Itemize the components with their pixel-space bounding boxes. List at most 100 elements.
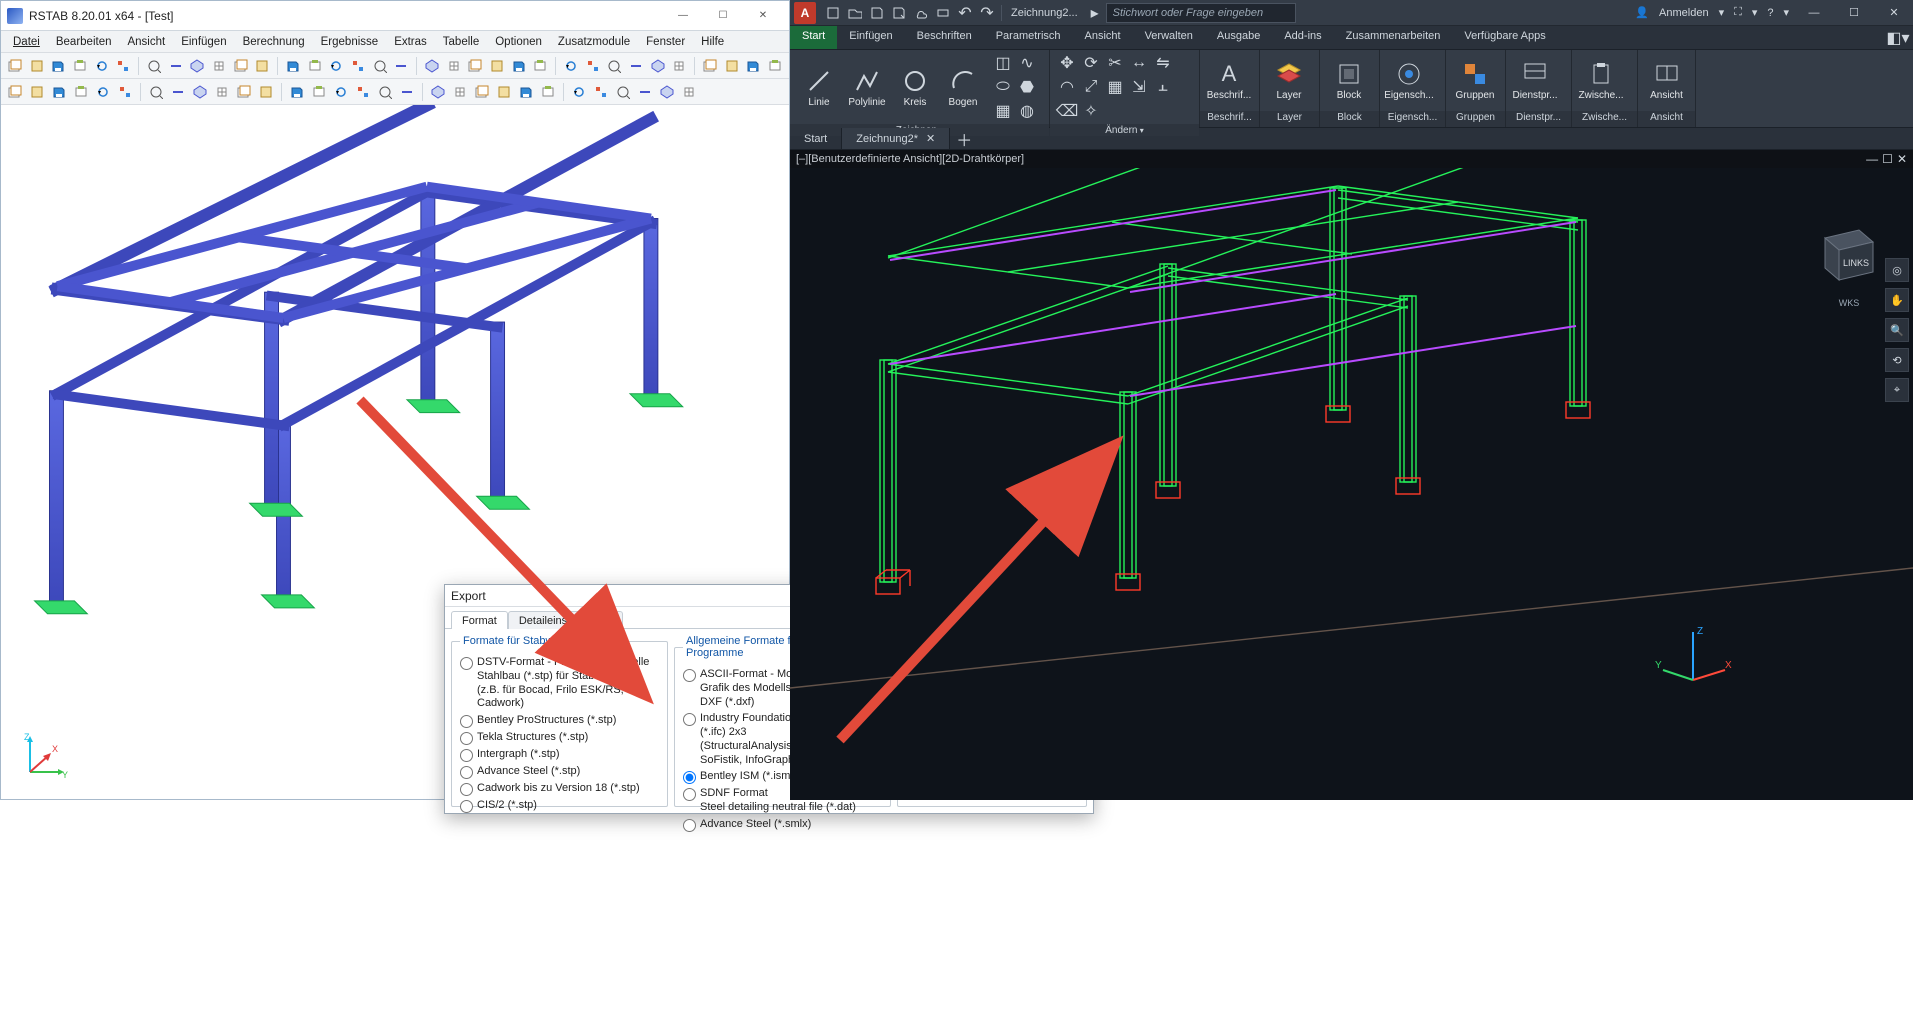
toolbar-button[interactable] bbox=[71, 82, 91, 102]
toolbar-button[interactable] bbox=[5, 82, 25, 102]
toolbar-button[interactable] bbox=[234, 82, 254, 102]
toolbar-button[interactable] bbox=[648, 56, 668, 76]
toolbar-button[interactable] bbox=[516, 82, 536, 102]
toolbar-button[interactable] bbox=[626, 56, 646, 76]
toolbar-button[interactable] bbox=[256, 82, 276, 102]
toolbar-button[interactable] bbox=[113, 56, 133, 76]
toolbar-button[interactable] bbox=[657, 82, 677, 102]
radio-input[interactable] bbox=[683, 771, 696, 784]
toolbar-button[interactable] bbox=[569, 82, 589, 102]
nav-pan-icon[interactable]: ✋ bbox=[1885, 288, 1909, 312]
mod-stretch[interactable]: ⇲ bbox=[1128, 76, 1150, 98]
toolbar-button[interactable] bbox=[168, 82, 188, 102]
rtab-verwalten[interactable]: Verwalten bbox=[1133, 26, 1205, 49]
mod-trim[interactable]: ✂ bbox=[1104, 52, 1126, 74]
toolbar-button[interactable] bbox=[331, 82, 351, 102]
vp-close-icon[interactable]: ✕ bbox=[1897, 152, 1907, 166]
rtab-zusammenarbeiten[interactable]: Zusammenarbeiten bbox=[1334, 26, 1453, 49]
toolbar-button[interactable] bbox=[375, 82, 395, 102]
toolbar-button[interactable] bbox=[209, 56, 229, 76]
toolbar-button[interactable] bbox=[305, 56, 325, 76]
mod-move[interactable]: ✥ bbox=[1056, 52, 1078, 74]
qat-undo-icon[interactable]: ↶ bbox=[954, 2, 976, 24]
toolbar-button[interactable] bbox=[743, 56, 763, 76]
radio-input[interactable] bbox=[460, 766, 473, 779]
btn-zwischenablage[interactable]: Zwische... bbox=[1578, 58, 1624, 103]
menu-hilfe[interactable]: Hilfe bbox=[693, 34, 732, 50]
btn-dienstpr[interactable]: Dienstpr... bbox=[1512, 58, 1558, 103]
mod-fillet[interactable]: ◠ bbox=[1056, 76, 1078, 98]
draw-small-5[interactable]: ⬣ bbox=[1016, 76, 1038, 98]
toolbar-button[interactable] bbox=[428, 82, 448, 102]
menu-ansicht[interactable]: Ansicht bbox=[119, 34, 173, 50]
toolbar-button[interactable] bbox=[604, 56, 624, 76]
rtab-beschriften[interactable]: Beschriften bbox=[905, 26, 984, 49]
mod-offset[interactable]: ⫠ bbox=[1152, 76, 1174, 98]
panel-title-dienstpr[interactable]: Dienstpr... bbox=[1506, 111, 1571, 127]
toolbar-button[interactable] bbox=[166, 56, 186, 76]
toolbar-button[interactable] bbox=[93, 82, 113, 102]
toolbar-button[interactable] bbox=[487, 56, 507, 76]
nav-show-icon[interactable]: ⌖ bbox=[1885, 378, 1909, 402]
nav-zoom-icon[interactable]: 🔍 bbox=[1885, 318, 1909, 342]
toolbar-button[interactable] bbox=[287, 82, 307, 102]
menu-zusatzmodule[interactable]: Zusatzmodule bbox=[550, 34, 638, 50]
toolbar-button[interactable] bbox=[92, 56, 112, 76]
tab-detaileinstellungen[interactable]: Detaileinstellungen bbox=[508, 611, 623, 629]
menu-ergebnisse[interactable]: Ergebnisse bbox=[313, 34, 387, 50]
toolbar-button[interactable] bbox=[465, 56, 485, 76]
acad-help-icon[interactable]: ? bbox=[1767, 7, 1773, 19]
qat-save-icon[interactable] bbox=[866, 2, 888, 24]
rtab-einfuegen[interactable]: Einfügen bbox=[837, 26, 904, 49]
toolbar-button[interactable] bbox=[765, 56, 785, 76]
radio-input[interactable] bbox=[460, 783, 473, 796]
rtab-start[interactable]: Start bbox=[790, 26, 837, 49]
toolbar-button[interactable] bbox=[370, 56, 390, 76]
autocad-app-icon[interactable]: A bbox=[794, 2, 816, 24]
navcube[interactable]: LINKS WKS bbox=[1815, 216, 1883, 308]
toolbar-button[interactable] bbox=[187, 56, 207, 76]
menu-bearbeiten[interactable]: Bearbeiten bbox=[48, 34, 120, 50]
export-option[interactable]: DSTV-Format - Produktschnittstelle Stahl… bbox=[460, 656, 659, 711]
export-option[interactable]: CIS/2 (*.stp) bbox=[460, 799, 659, 813]
panel-title-gruppen[interactable]: Gruppen bbox=[1446, 111, 1505, 127]
radio-input[interactable] bbox=[460, 749, 473, 762]
toolbar-button[interactable] bbox=[583, 56, 603, 76]
toolbar-button[interactable] bbox=[472, 82, 492, 102]
nav-orbit-icon[interactable]: ⟲ bbox=[1885, 348, 1909, 372]
acad-signin[interactable]: Anmelden bbox=[1659, 7, 1709, 19]
toolbar-button[interactable] bbox=[450, 82, 470, 102]
toolbar-button[interactable] bbox=[70, 56, 90, 76]
btn-layer[interactable]: Layer bbox=[1266, 58, 1312, 103]
toolbar-button[interactable] bbox=[722, 56, 742, 76]
export-option[interactable]: Bentley ProStructures (*.stp) bbox=[460, 714, 659, 728]
doctab-zeichnung2[interactable]: Zeichnung2*✕ bbox=[842, 128, 950, 149]
viewport-label[interactable]: [–][Benutzerdefinierte Ansicht][2D-Draht… bbox=[796, 153, 1024, 165]
btn-linie[interactable]: Linie bbox=[796, 65, 842, 110]
toolbar-button[interactable] bbox=[5, 56, 25, 76]
toolbar-button[interactable] bbox=[561, 56, 581, 76]
radio-input[interactable] bbox=[460, 715, 473, 728]
toolbar-button[interactable] bbox=[538, 82, 558, 102]
toolbar-button[interactable] bbox=[353, 82, 373, 102]
qat-saveas-icon[interactable] bbox=[888, 2, 910, 24]
radio-input[interactable] bbox=[460, 732, 473, 745]
doctab-start[interactable]: Start bbox=[790, 128, 842, 149]
menu-extras[interactable]: Extras bbox=[386, 34, 435, 50]
panel-title-block[interactable]: Block bbox=[1320, 111, 1379, 127]
toolbar-button[interactable] bbox=[397, 82, 417, 102]
toolbar-button[interactable] bbox=[190, 82, 210, 102]
mod-ext[interactable]: ↔ bbox=[1128, 52, 1150, 74]
btn-eigenschaften[interactable]: Eigensch... bbox=[1386, 58, 1432, 103]
toolbar-button[interactable] bbox=[115, 82, 135, 102]
menu-optionen[interactable]: Optionen bbox=[487, 34, 550, 50]
ribbon-collapse-icon[interactable]: ◧▾ bbox=[1883, 26, 1913, 49]
rstab-titlebar[interactable]: RSTAB 8.20.01 x64 - [Test] — ☐ ✕ bbox=[1, 1, 789, 31]
acad-viewport[interactable]: LINKS WKS ◎ ✋ 🔍 ⟲ ⌖ Z X Y bbox=[790, 168, 1913, 800]
qat-search-icon[interactable]: ▸ bbox=[1084, 2, 1106, 24]
btn-polylinie[interactable]: Polylinie bbox=[844, 65, 890, 110]
toolbar-button[interactable] bbox=[422, 56, 442, 76]
toolbar-button[interactable] bbox=[49, 82, 69, 102]
toolbar-button[interactable] bbox=[326, 56, 346, 76]
mod-rotate[interactable]: ⟳ bbox=[1080, 52, 1102, 74]
